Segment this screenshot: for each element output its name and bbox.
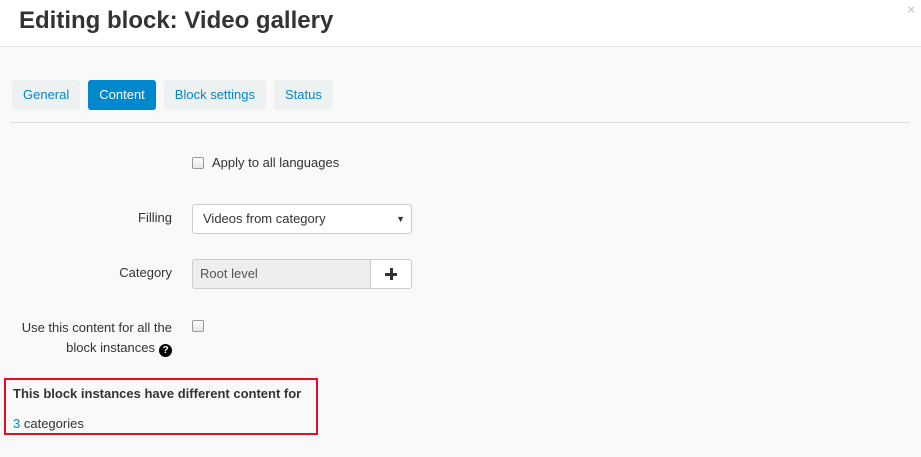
apply-all-languages-label: Apply to all languages bbox=[212, 155, 340, 170]
category-label: Category bbox=[119, 265, 172, 280]
modal-title: Editing block: Video gallery bbox=[19, 7, 334, 34]
filling-select[interactable]: Videos from category ▼ bbox=[192, 204, 412, 234]
notice-categories-line: 3 categories bbox=[13, 416, 84, 432]
modal-body: General Content Block settings Status Ap… bbox=[0, 47, 921, 457]
tab-content[interactable]: Content bbox=[88, 80, 156, 110]
notice-categories-suffix: categories bbox=[20, 416, 84, 431]
use-for-all-instances-label-line2-wrap: block instances? bbox=[0, 338, 172, 358]
use-for-all-instances-label-line2: block instances bbox=[66, 340, 155, 355]
different-content-notice: This block instances have different cont… bbox=[4, 378, 318, 435]
modal-header: Editing block: Video gallery × bbox=[0, 0, 921, 47]
apply-all-languages-checkbox[interactable] bbox=[192, 157, 204, 169]
tab-bar: General Content Block settings Status bbox=[12, 80, 333, 110]
add-category-button[interactable] bbox=[370, 259, 412, 289]
tab-block-settings[interactable]: Block settings bbox=[163, 80, 266, 110]
chevron-down-icon: ▼ bbox=[396, 214, 405, 224]
tab-status[interactable]: Status bbox=[274, 80, 333, 110]
filling-select-value: Videos from category bbox=[203, 211, 326, 226]
plus-icon bbox=[385, 268, 397, 280]
filling-label: Filling bbox=[138, 210, 172, 225]
notice-title: This block instances have different cont… bbox=[13, 386, 302, 401]
close-icon[interactable]: × bbox=[907, 3, 915, 16]
category-field-value: Root level bbox=[200, 266, 258, 281]
category-field: Root level bbox=[192, 259, 371, 289]
use-for-all-instances-label-line1: Use this content for all the bbox=[21, 320, 172, 335]
use-for-all-instances-checkbox[interactable] bbox=[192, 320, 204, 332]
question-circle-icon[interactable]: ? bbox=[159, 344, 172, 357]
tabs-divider bbox=[10, 122, 910, 123]
category-input-group: Root level bbox=[192, 259, 412, 289]
tab-general[interactable]: General bbox=[12, 80, 81, 110]
